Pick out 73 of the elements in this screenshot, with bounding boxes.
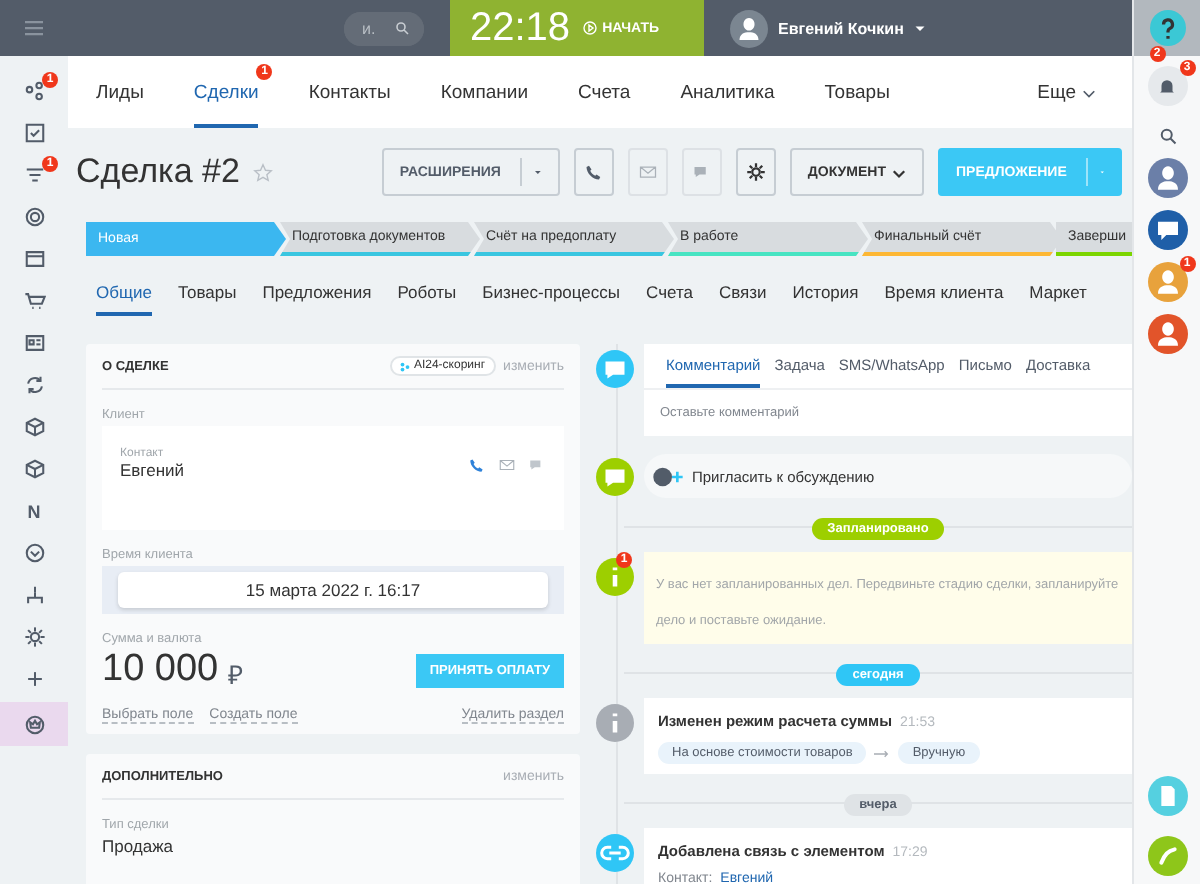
chat-icon: [691, 162, 712, 182]
field-value: Продажа: [102, 836, 175, 856]
section-tab[interactable]: Счета: [646, 282, 693, 316]
window-icon: [23, 248, 45, 270]
section-tab[interactable]: Предложения: [262, 282, 372, 316]
nav-tab[interactable]: Сделки: [193, 56, 259, 128]
dots-icon: [399, 361, 410, 371]
comment-icon: [596, 458, 634, 496]
filter-icon: [23, 164, 45, 186]
plus-icon: [23, 668, 45, 690]
avatar-icon[interactable]: [1147, 158, 1187, 198]
section-tab[interactable]: Товары: [177, 282, 237, 316]
nav-tab[interactable]: Лиды: [96, 56, 144, 128]
link-icon: [596, 834, 634, 872]
avatar-icon[interactable]: [1147, 262, 1187, 302]
client-time-field: 15 марта 2022 г. 16:17: [118, 572, 548, 608]
amount-value: 10 000: [102, 648, 219, 692]
section-tab[interactable]: Роботы: [397, 282, 457, 316]
people-icon: [23, 80, 45, 102]
page-title: Сделка #2: [76, 152, 240, 192]
avatar-icon[interactable]: [1147, 314, 1187, 354]
cube-icon: [23, 458, 45, 480]
contact-card-icon: [23, 332, 45, 354]
nav-tab[interactable]: Компании: [440, 56, 528, 128]
cube-icon: [23, 416, 45, 438]
settings-icon: [23, 626, 45, 648]
arrow-icon: [874, 749, 891, 757]
section-tab[interactable]: История: [792, 282, 859, 316]
caret-icon: [913, 22, 926, 34]
section-tab[interactable]: Маркет: [1029, 282, 1087, 316]
user-avatar-icon: [730, 9, 768, 47]
comment-icon: [596, 350, 634, 388]
chat-icon[interactable]: [1147, 210, 1187, 250]
search-icon: [394, 20, 410, 36]
chevron-down-icon: [892, 165, 906, 179]
user-menu[interactable]: Евгений Кочкин: [730, 9, 926, 47]
nav-tab[interactable]: Контакты: [308, 56, 391, 128]
add-person-icon: [652, 465, 684, 487]
help-icon[interactable]: [1149, 10, 1185, 46]
search-icon[interactable]: [1157, 126, 1177, 146]
settings-icon: [745, 162, 766, 182]
more-menu[interactable]: Еще: [1037, 56, 1096, 128]
contact-name[interactable]: Евгений: [120, 460, 185, 480]
info-icon: [596, 704, 634, 742]
section-tab[interactable]: Бизнес-процессы: [482, 282, 621, 316]
currency-sign: ₽: [228, 657, 245, 691]
crown-icon: [23, 713, 45, 735]
nav-tab[interactable]: Счета: [578, 56, 631, 128]
play-icon: [582, 20, 599, 36]
sitemap-icon: [23, 584, 45, 606]
section-tab[interactable]: Общие: [96, 282, 152, 316]
clock-time: 22:18: [470, 5, 571, 51]
sync-icon: [23, 374, 45, 396]
target-icon: [23, 206, 45, 228]
checkbox-icon: [23, 122, 45, 144]
section-tab[interactable]: Время клиента: [884, 282, 1004, 316]
phone-icon[interactable]: [468, 455, 486, 473]
sidebar-item[interactable]: N: [6, 492, 62, 530]
info-icon: [596, 558, 634, 596]
section-tab[interactable]: Связи: [718, 282, 767, 316]
call-button[interactable]: [573, 148, 614, 196]
chevron-down-icon: [1082, 85, 1096, 99]
phone-icon: [583, 162, 604, 182]
star-icon[interactable]: [251, 161, 274, 183]
settings-button[interactable]: [735, 148, 776, 196]
bell-icon: [1156, 75, 1178, 97]
nav-tab[interactable]: Аналитика: [680, 56, 775, 128]
sidebar-item[interactable]: [0, 702, 68, 746]
bell-button[interactable]: [1147, 66, 1187, 106]
chevron-circle-icon: [23, 542, 45, 564]
mail-icon: [637, 162, 658, 182]
nav-tab[interactable]: Товары: [824, 56, 890, 128]
search-field[interactable]: и.: [344, 11, 424, 45]
